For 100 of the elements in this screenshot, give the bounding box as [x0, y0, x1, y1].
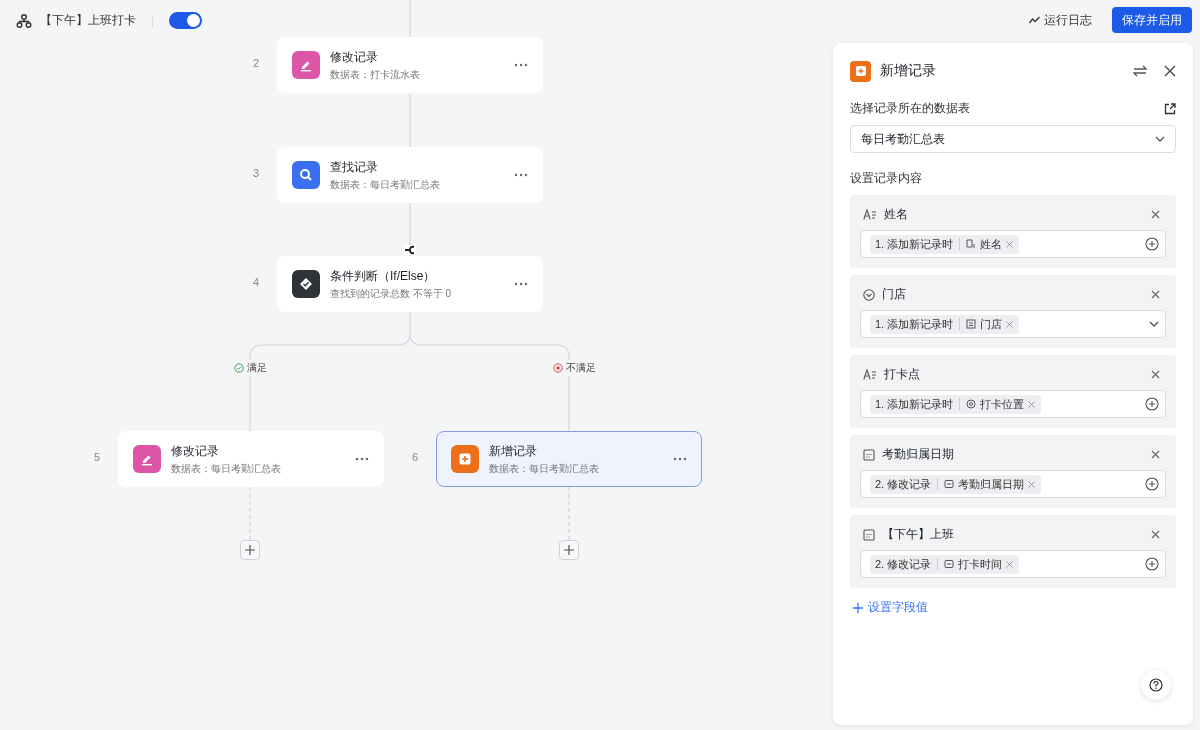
step-number: 4: [251, 276, 261, 288]
link-icon[interactable]: [404, 245, 416, 255]
add-field-label: 设置字段值: [868, 599, 928, 616]
field-name: 打卡点: [884, 366, 921, 383]
node-subtitle: 数据表：打卡流水表: [330, 67, 421, 82]
node-title: 修改记录: [171, 442, 220, 460]
enable-toggle[interactable]: [169, 12, 202, 29]
date-field-icon: [944, 479, 955, 489]
field-name: 门店: [882, 286, 907, 303]
token-label: 门店: [980, 316, 1003, 332]
table-label: 选择记录所在的数据表: [850, 100, 970, 117]
variable-token[interactable]: 1. 添加新记录时 门店: [870, 314, 1020, 334]
field-value-input[interactable]: 1. 添加新记录时 门店: [860, 310, 1166, 338]
branch-label: 满足: [247, 361, 267, 375]
step-number: 3: [251, 167, 261, 179]
token-source: 2. 修改记录: [875, 556, 932, 572]
text-field-icon: [863, 209, 877, 220]
node-subtitle: 数据表：每日考勤汇总表: [489, 461, 600, 476]
token-source: 1. 添加新记录时: [875, 316, 954, 332]
node-title: 新增记录: [489, 442, 538, 460]
check-circle-icon: [234, 363, 244, 373]
step-number: 2: [251, 57, 261, 69]
more-icon[interactable]: [514, 63, 528, 67]
token-source: 1. 添加新记录时: [875, 396, 954, 412]
add-field-link[interactable]: 设置字段值: [850, 599, 1176, 616]
save-enable-button[interactable]: 保存并启用: [1112, 7, 1192, 33]
more-icon[interactable]: [514, 173, 528, 177]
date-field-icon: [944, 559, 955, 569]
plus-circle-icon[interactable]: [1145, 477, 1159, 491]
variable-token[interactable]: 1. 添加新记录时 姓名: [870, 234, 1020, 254]
workflow-node[interactable]: 修改记录 数据表：每日考勤汇总表: [118, 431, 384, 487]
close-icon[interactable]: [1151, 530, 1160, 539]
list-icon: [966, 319, 977, 329]
close-icon[interactable]: [1151, 450, 1160, 459]
plus-icon: [245, 545, 255, 555]
field-value-input[interactable]: 1. 添加新记录时 打卡位置: [860, 390, 1166, 418]
external-link-icon[interactable]: [1164, 102, 1176, 115]
variable-token[interactable]: 2. 修改记录 考勤归属日期: [870, 474, 1042, 494]
node-subtitle: 数据表：每日考勤汇总表: [330, 177, 441, 192]
field-name: 考勤归属日期: [882, 446, 955, 463]
field-name: 姓名: [884, 206, 909, 223]
panel-title: 新增记录: [880, 62, 937, 80]
add-step-button[interactable]: [559, 540, 579, 560]
plus-circle-icon[interactable]: [1145, 557, 1159, 571]
close-icon[interactable]: [1164, 65, 1176, 77]
close-icon[interactable]: [1151, 210, 1160, 219]
close-icon[interactable]: [1151, 290, 1160, 299]
token-source: 2. 修改记录: [875, 476, 932, 492]
workflow-node[interactable]: 新增记录 数据表：每日考勤汇总表: [436, 431, 702, 487]
flow-icon: [16, 12, 32, 29]
field-name: 【下午】上班: [882, 526, 955, 543]
pencil-icon: [292, 51, 320, 79]
run-log-link[interactable]: 运行日志: [1029, 11, 1092, 29]
variable-token[interactable]: 2. 修改记录 打卡时间: [870, 554, 1020, 574]
calendar-icon: [863, 448, 875, 461]
add-step-button[interactable]: [240, 540, 260, 560]
plus-icon: [564, 545, 574, 555]
plus-icon: [853, 602, 863, 613]
search-icon: [292, 161, 320, 189]
workflow-node[interactable]: 条件判断（If/Else） 查找到的记录总数 不等于 0: [277, 256, 543, 312]
swap-icon[interactable]: [1133, 65, 1147, 77]
node-subtitle: 数据表：每日考勤汇总表: [171, 461, 282, 476]
more-icon[interactable]: [514, 282, 528, 286]
text-field-icon: [863, 369, 877, 380]
field-value-input[interactable]: 1. 添加新记录时 姓名: [860, 230, 1166, 258]
node-title: 条件判断（If/Else）: [330, 267, 437, 285]
workflow-node[interactable]: 修改记录 数据表：打卡流水表: [277, 37, 543, 93]
field-value-input[interactable]: 2. 修改记录 考勤归属日期: [860, 470, 1166, 498]
help-button[interactable]: [1141, 670, 1171, 700]
close-icon[interactable]: [1151, 370, 1160, 379]
plus-circle-icon[interactable]: [1145, 237, 1159, 251]
variable-token[interactable]: 1. 添加新记录时 打卡位置: [870, 394, 1042, 414]
more-icon[interactable]: [355, 457, 369, 461]
more-icon[interactable]: [673, 457, 687, 461]
token-source: 1. 添加新记录时: [875, 236, 954, 252]
node-title: 修改记录: [330, 48, 379, 66]
dropdown-circle-icon: [863, 288, 875, 301]
node-title: 查找记录: [330, 158, 379, 176]
calendar-icon: [863, 528, 875, 541]
content-label: 设置记录内容: [850, 170, 923, 187]
help-icon: [1149, 678, 1163, 692]
table-select[interactable]: 每日考勤汇总表: [850, 125, 1176, 153]
chevron-down-icon[interactable]: [1149, 321, 1159, 327]
target-icon: [553, 363, 563, 373]
field-value-input[interactable]: 2. 修改记录 打卡时间: [860, 550, 1166, 578]
step-number: 6: [410, 451, 420, 463]
step-number: 5: [92, 451, 102, 463]
pencil-icon: [133, 445, 161, 473]
plus-square-icon: [850, 60, 871, 82]
workflow-node[interactable]: 查找记录 数据表：每日考勤汇总表: [277, 147, 543, 203]
token-label: 打卡位置: [980, 396, 1025, 412]
select-value: 每日考勤汇总表: [861, 130, 945, 148]
branch-label: 不满足: [566, 361, 596, 375]
workflow-title: 【下午】上班打卡: [40, 12, 136, 29]
trend-line-icon: [1029, 16, 1040, 24]
plus-square-icon: [451, 445, 479, 473]
plus-circle-icon[interactable]: [1145, 397, 1159, 411]
text-field-icon: [966, 239, 977, 249]
token-label: 考勤归属日期: [958, 476, 1025, 492]
node-subtitle: 查找到的记录总数 不等于 0: [330, 286, 453, 301]
